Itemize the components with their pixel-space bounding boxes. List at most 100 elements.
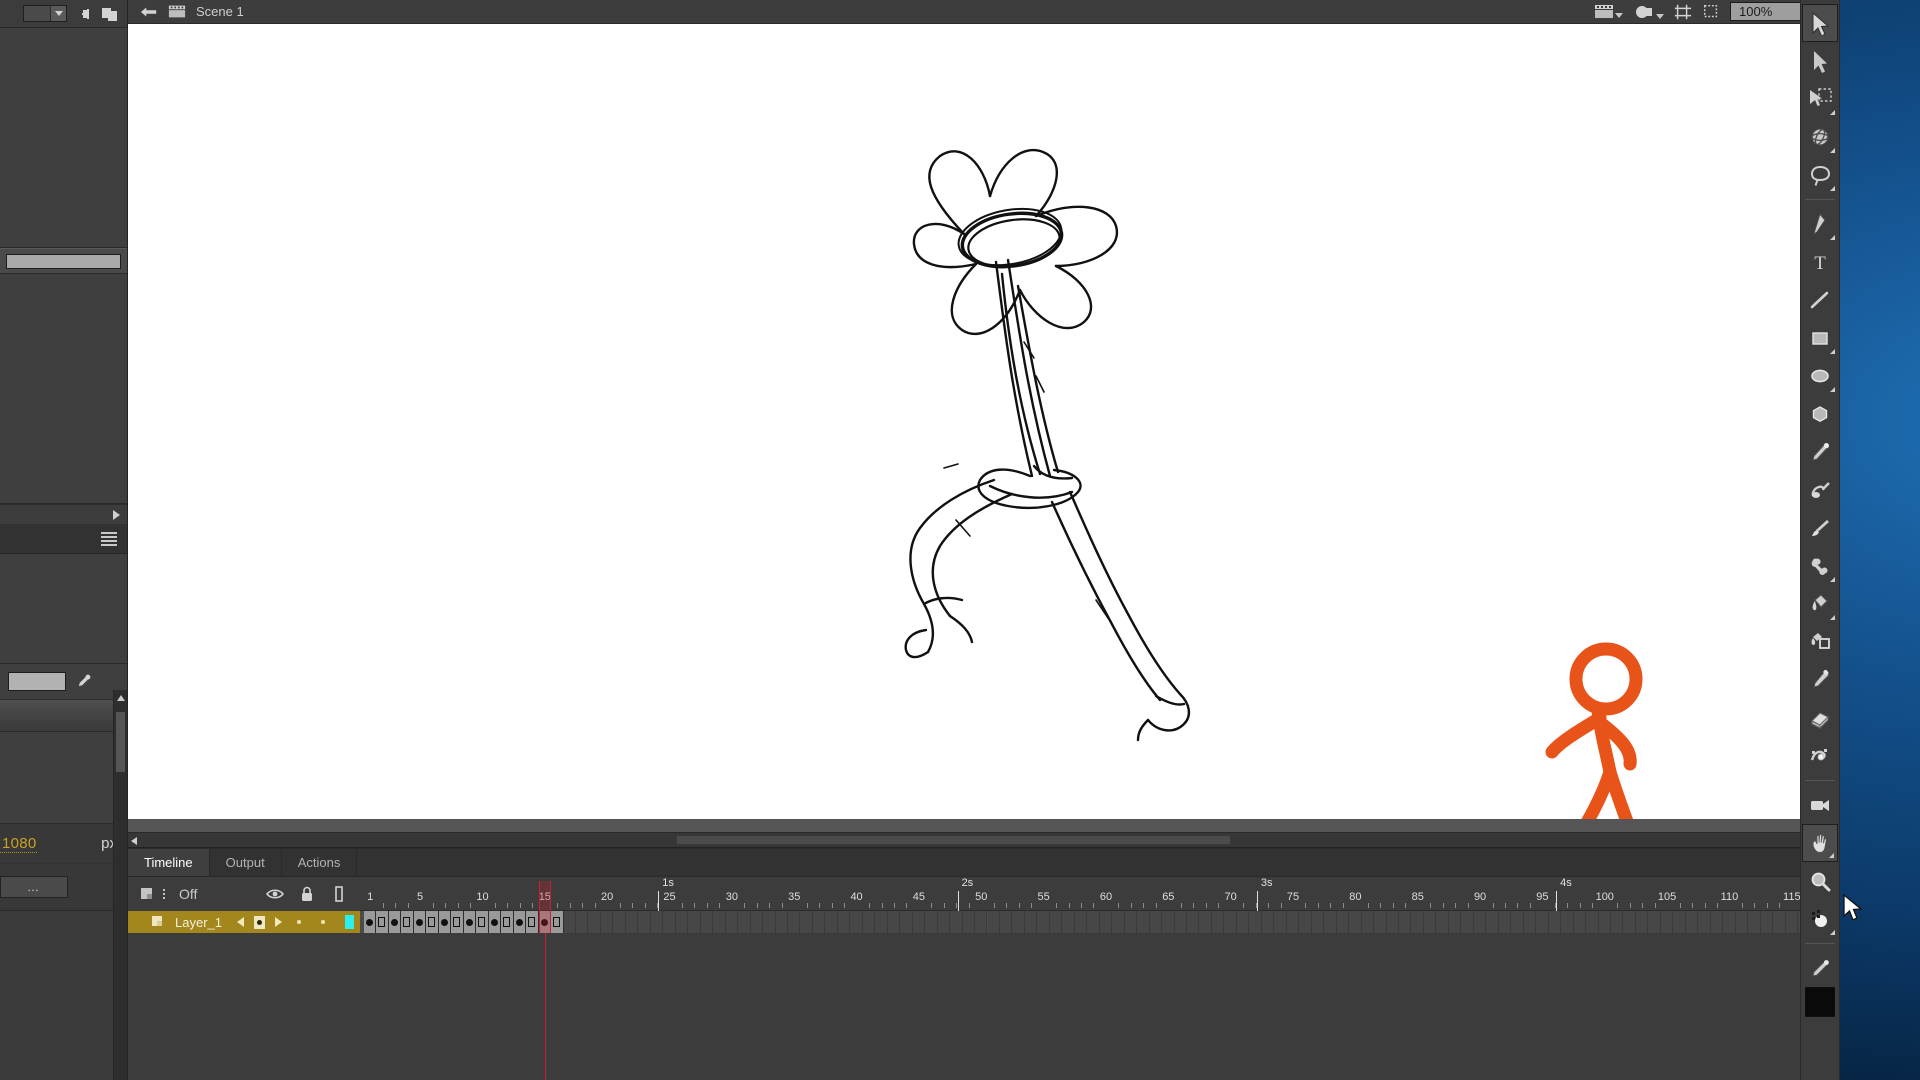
empty-frame-cell[interactable] bbox=[1486, 911, 1499, 933]
timeline-empty-area[interactable] bbox=[128, 933, 1840, 1080]
zoom-tool[interactable] bbox=[1802, 862, 1838, 900]
empty-frame-cell[interactable] bbox=[1187, 911, 1200, 933]
empty-frame-cell[interactable] bbox=[1024, 911, 1038, 933]
keyframe-cell[interactable] bbox=[463, 911, 477, 933]
empty-frame-cell[interactable] bbox=[1423, 911, 1437, 933]
chevron-down-icon[interactable] bbox=[1615, 13, 1623, 18]
empty-frame-cell[interactable] bbox=[862, 911, 876, 933]
bone-tool[interactable] bbox=[1802, 547, 1838, 585]
empty-frame-cell[interactable] bbox=[1311, 911, 1325, 933]
empty-frame-cell[interactable] bbox=[575, 911, 589, 933]
empty-frame-cell[interactable] bbox=[725, 911, 739, 933]
empty-frame-cell[interactable] bbox=[875, 911, 888, 933]
panel-menu-select[interactable] bbox=[23, 5, 67, 22]
scroll-up-arrow-icon[interactable] bbox=[117, 695, 125, 701]
empty-frame-cell[interactable] bbox=[1224, 911, 1237, 933]
camera-tool[interactable] bbox=[1802, 786, 1838, 824]
zoom-level-value[interactable]: 100% bbox=[1731, 3, 1803, 20]
outline-icon[interactable] bbox=[330, 885, 348, 903]
tool-flyout-indicator[interactable] bbox=[1830, 577, 1835, 582]
subselection-tool[interactable] bbox=[1802, 42, 1838, 80]
empty-frame-cell[interactable] bbox=[1012, 911, 1025, 933]
oval-tool[interactable] bbox=[1802, 357, 1838, 395]
keyframe-cell[interactable] bbox=[551, 911, 564, 933]
keyframe-cell[interactable] bbox=[376, 911, 389, 933]
empty-frame-cell[interactable] bbox=[912, 911, 926, 933]
empty-frame-cell[interactable] bbox=[1236, 911, 1250, 933]
scroll-thumb-horizontal[interactable] bbox=[676, 835, 1231, 845]
empty-frame-cell[interactable] bbox=[1261, 911, 1275, 933]
empty-frame-cell[interactable] bbox=[1124, 911, 1138, 933]
tab-actions[interactable]: Actions bbox=[282, 849, 358, 876]
timeline-frames[interactable] bbox=[360, 911, 1826, 933]
empty-frame-cell[interactable] bbox=[1049, 911, 1063, 933]
empty-frame-cell[interactable] bbox=[1461, 911, 1474, 933]
keyframe-cell[interactable] bbox=[476, 911, 489, 933]
document-height-value[interactable]: 1080 bbox=[0, 835, 37, 853]
selection-tool[interactable] bbox=[1802, 4, 1838, 42]
lock-icon[interactable] bbox=[298, 885, 316, 903]
more-options-button[interactable]: … bbox=[0, 876, 68, 898]
empty-frame-cell[interactable] bbox=[1249, 911, 1262, 933]
empty-frame-cell[interactable] bbox=[563, 911, 576, 933]
empty-frame-cell[interactable] bbox=[825, 911, 838, 933]
expand-arrow-icon[interactable] bbox=[113, 509, 120, 520]
polygon-tool[interactable] bbox=[1802, 395, 1838, 433]
tool-flyout-indicator[interactable] bbox=[1830, 235, 1835, 240]
properties-swatch-strip[interactable] bbox=[0, 248, 127, 274]
tool-flyout-indicator[interactable] bbox=[1830, 148, 1835, 153]
lasso-tool[interactable] bbox=[1802, 156, 1838, 194]
keyframe-cell[interactable] bbox=[513, 911, 527, 933]
timeline-ruler[interactable]: 1s 2s 3s 4s 1 5 10 15 20 25 30 35 40 45 50 55 60 65 70 75 80… bbox=[360, 877, 1826, 911]
tool-flyout-indicator[interactable] bbox=[1830, 186, 1835, 191]
chevron-down-icon[interactable] bbox=[1656, 13, 1664, 19]
empty-frame-cell[interactable] bbox=[1087, 911, 1100, 933]
rotate-3d-tool[interactable] bbox=[1802, 118, 1838, 156]
layer-color-chip[interactable] bbox=[345, 915, 354, 929]
empty-frame-cell[interactable] bbox=[1511, 911, 1524, 933]
empty-frame-cell[interactable] bbox=[787, 911, 801, 933]
pen-tool[interactable] bbox=[1802, 205, 1838, 243]
layer-name-label[interactable]: Layer_1 bbox=[175, 915, 222, 930]
empty-frame-cell[interactable] bbox=[1099, 911, 1113, 933]
edit-scene-icon[interactable] bbox=[1594, 4, 1623, 19]
empty-frame-cell[interactable] bbox=[812, 911, 826, 933]
empty-frame-cell[interactable] bbox=[1673, 911, 1686, 933]
empty-frame-cell[interactable] bbox=[1399, 911, 1412, 933]
properties-panel-expand-row[interactable] bbox=[0, 504, 127, 524]
keyframe-cell[interactable] bbox=[401, 911, 414, 933]
empty-frame-cell[interactable] bbox=[700, 911, 714, 933]
empty-frame-cell[interactable] bbox=[613, 911, 626, 933]
empty-frame-cell[interactable] bbox=[1685, 911, 1699, 933]
color-gradient-strip[interactable] bbox=[0, 700, 127, 732]
scroll-left-arrow-icon[interactable] bbox=[131, 837, 137, 845]
empty-frame-cell[interactable] bbox=[663, 911, 676, 933]
keyframe-cell[interactable] bbox=[526, 911, 539, 933]
empty-frame-cell[interactable] bbox=[999, 911, 1013, 933]
empty-frame-cell[interactable] bbox=[1536, 911, 1549, 933]
asset-warp-tool[interactable] bbox=[1802, 900, 1838, 938]
empty-frame-cell[interactable] bbox=[738, 911, 751, 933]
keyframe-cell[interactable] bbox=[488, 911, 502, 933]
table-row[interactable]: Layer_1 bbox=[128, 911, 1840, 933]
tool-flyout-indicator[interactable] bbox=[1830, 930, 1835, 935]
eyedropper-tool[interactable] bbox=[1802, 661, 1838, 699]
color-swatch[interactable] bbox=[8, 672, 66, 691]
empty-frame-cell[interactable] bbox=[1074, 911, 1088, 933]
empty-frame-cell[interactable] bbox=[638, 911, 651, 933]
duplicate-panel-icon[interactable] bbox=[101, 5, 119, 23]
empty-frame-cell[interactable] bbox=[1785, 911, 1799, 933]
keyframe-cell[interactable] bbox=[438, 911, 452, 933]
paint-brush-tool[interactable] bbox=[1802, 509, 1838, 547]
empty-frame-cell[interactable] bbox=[900, 911, 913, 933]
pencil-tool[interactable] bbox=[1802, 433, 1838, 471]
empty-frame-cell[interactable] bbox=[1648, 911, 1661, 933]
empty-frame-cell[interactable] bbox=[1473, 911, 1487, 933]
stage-canvas-area[interactable] bbox=[128, 24, 1840, 840]
ink-bottle-tool[interactable] bbox=[1802, 623, 1838, 661]
empty-frame-cell[interactable] bbox=[600, 911, 614, 933]
tool-flyout-indicator[interactable] bbox=[1829, 853, 1834, 858]
empty-frame-cell[interactable] bbox=[1324, 911, 1337, 933]
layer-row-layer_1[interactable]: Layer_1 bbox=[128, 911, 360, 933]
left-panel-scrollbar[interactable] bbox=[113, 690, 127, 1080]
